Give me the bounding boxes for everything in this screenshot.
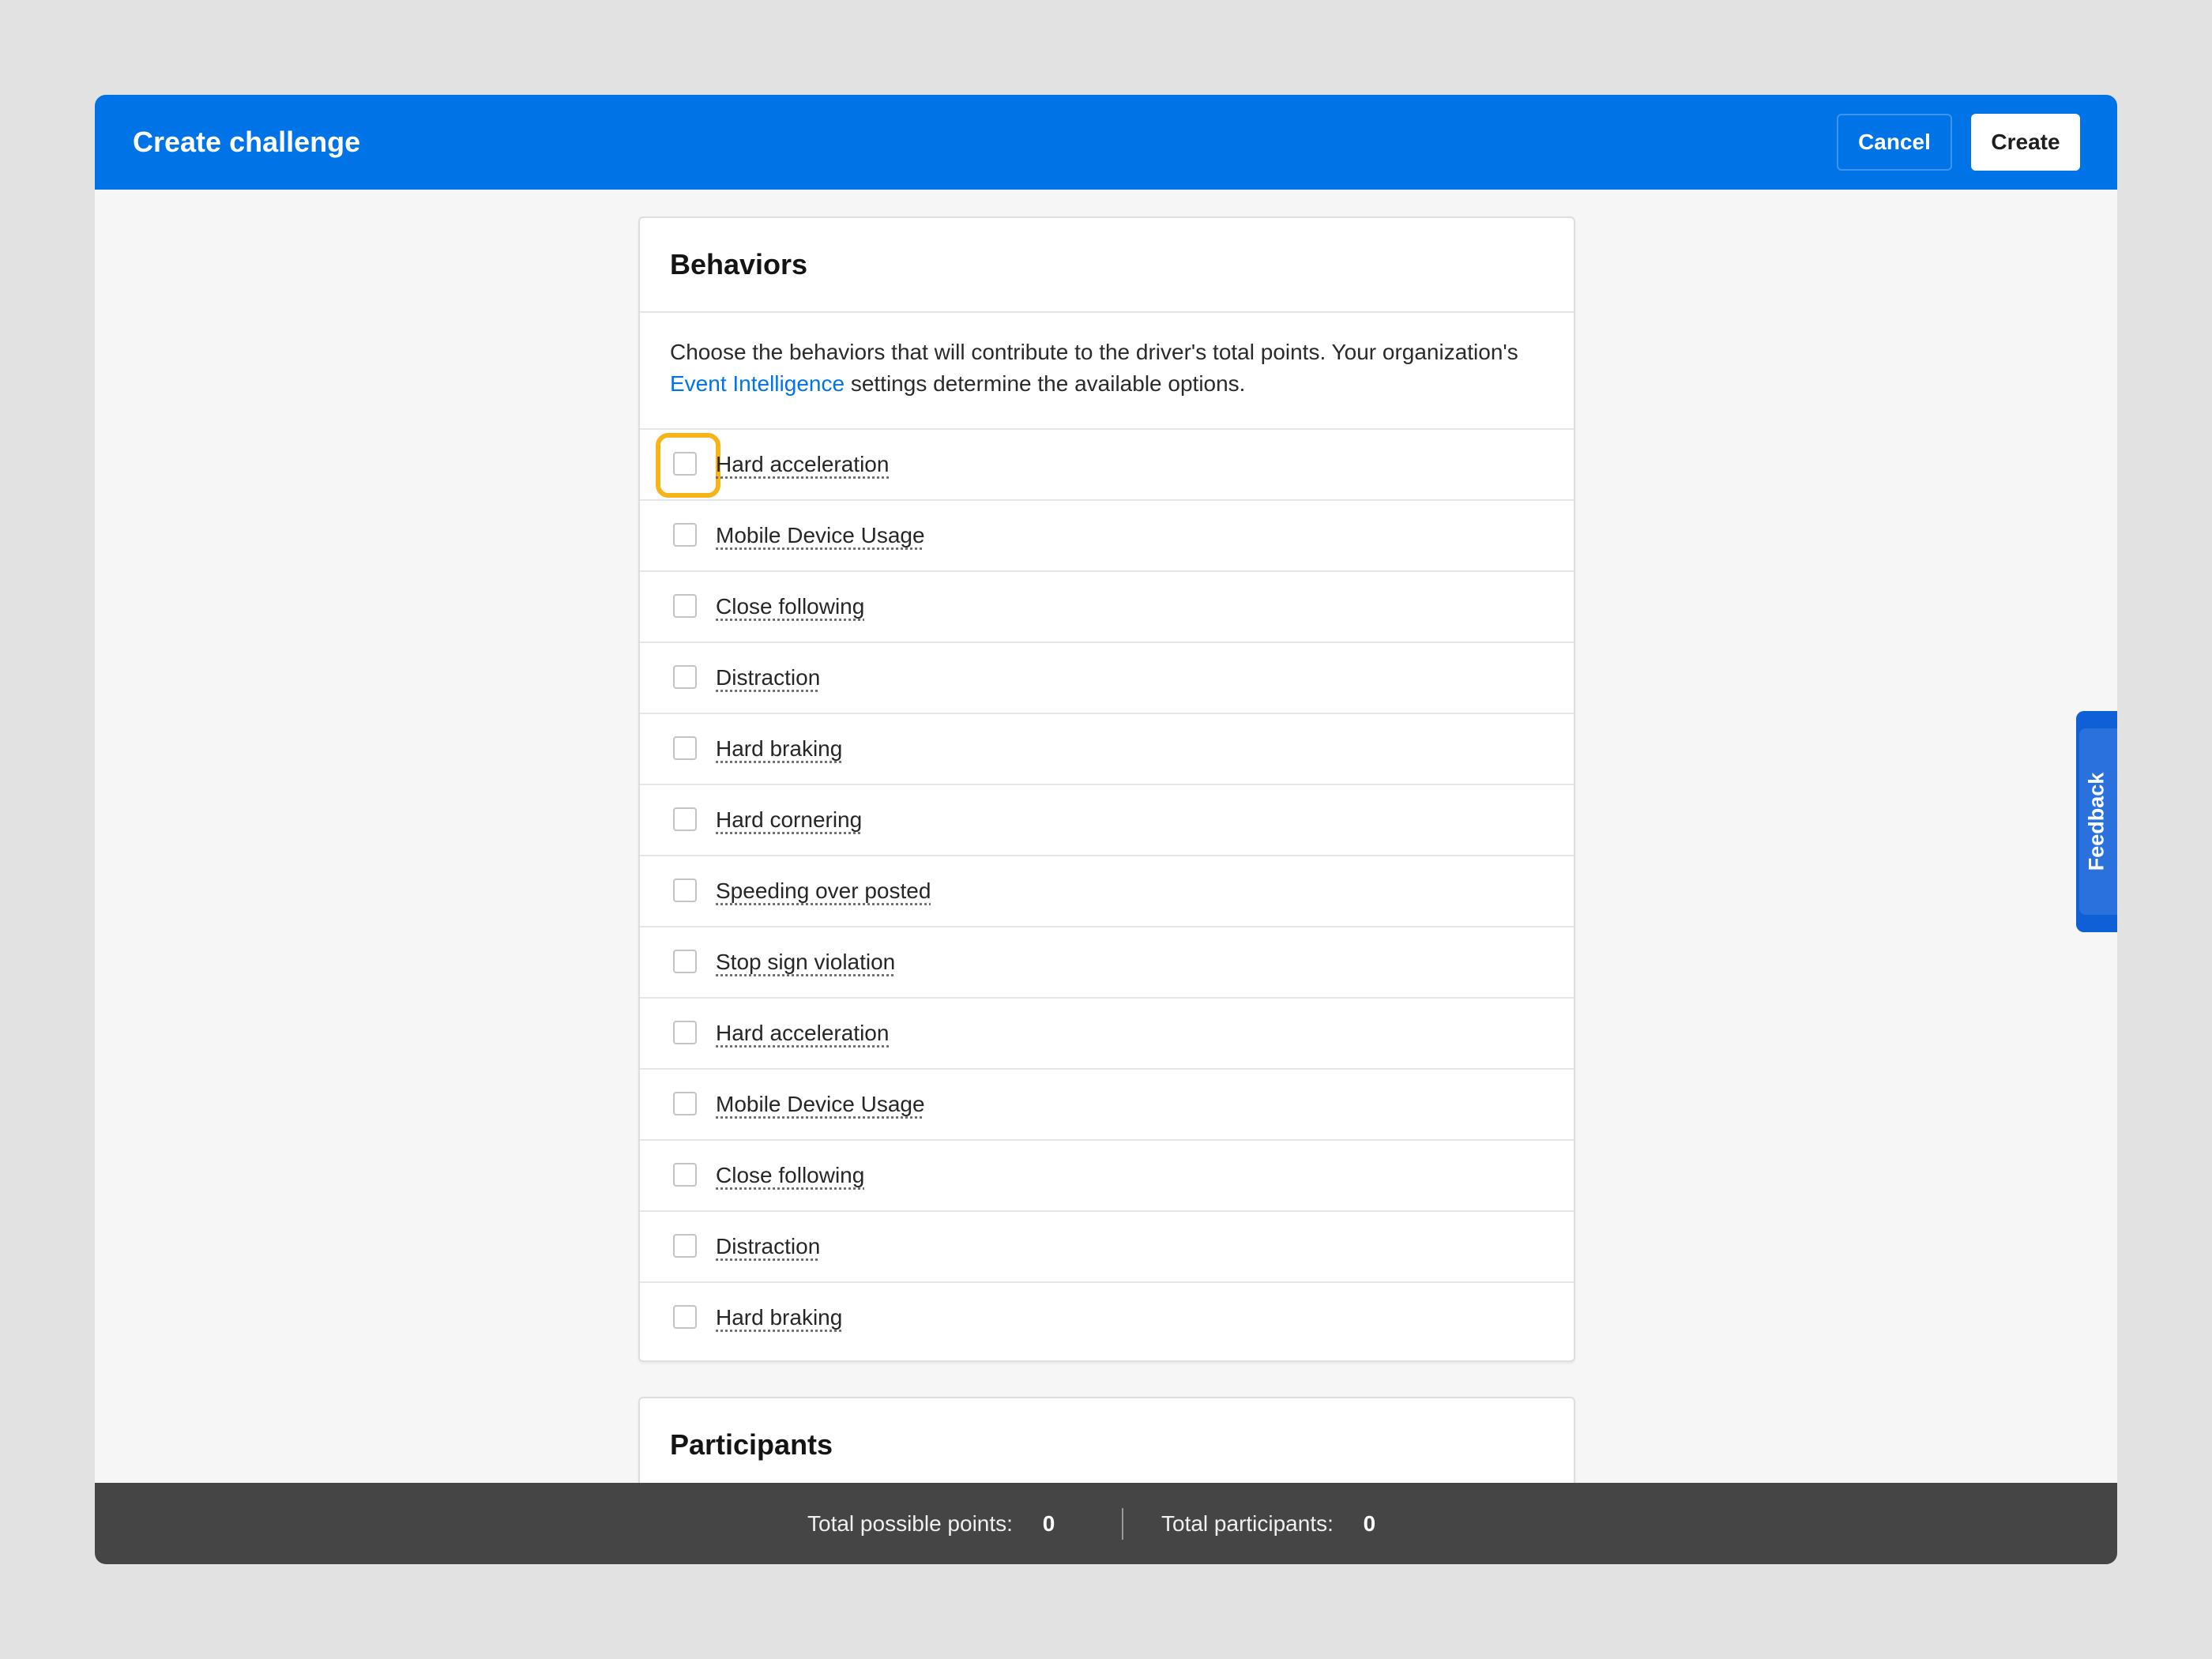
behavior-row: Hard braking bbox=[640, 713, 1574, 784]
behavior-label[interactable]: Stop sign violation bbox=[716, 927, 895, 997]
behavior-checkbox[interactable] bbox=[673, 665, 697, 689]
create-button[interactable]: Create bbox=[1971, 114, 2080, 171]
behavior-label[interactable]: Hard braking bbox=[716, 714, 842, 784]
behavior-label[interactable]: Distraction bbox=[716, 1212, 820, 1281]
feedback-label: Feedback bbox=[2084, 772, 2109, 871]
behavior-row: Mobile Device Usage bbox=[640, 499, 1574, 570]
behavior-row: Distraction bbox=[640, 1210, 1574, 1281]
app-window: Create challenge Cancel Create Behaviors… bbox=[95, 95, 2117, 1564]
behavior-row: Close following bbox=[640, 1139, 1574, 1210]
behavior-label[interactable]: Hard acceleration bbox=[716, 430, 889, 499]
total-participants-summary: Total participants: 0 bbox=[1161, 1483, 1375, 1564]
behavior-checkbox[interactable] bbox=[673, 950, 697, 973]
behavior-checkbox[interactable] bbox=[673, 1234, 697, 1258]
total-points-value: 0 bbox=[1042, 1511, 1055, 1536]
participants-title: Participants bbox=[670, 1428, 833, 1461]
cancel-button[interactable]: Cancel bbox=[1837, 114, 1952, 171]
device-frame: Create challenge Cancel Create Behaviors… bbox=[0, 0, 2212, 1659]
behavior-row: Hard braking bbox=[640, 1281, 1574, 1352]
header-bar: Create challenge Cancel Create bbox=[95, 95, 2117, 190]
behavior-checkbox[interactable] bbox=[673, 523, 697, 547]
behavior-row: Hard acceleration bbox=[640, 428, 1574, 499]
behavior-label[interactable]: Close following bbox=[716, 1141, 864, 1210]
behavior-label[interactable]: Hard cornering bbox=[716, 785, 862, 855]
behavior-label[interactable]: Mobile Device Usage bbox=[716, 1070, 925, 1139]
behavior-label[interactable]: Mobile Device Usage bbox=[716, 501, 925, 570]
behavior-checkbox[interactable] bbox=[673, 1305, 697, 1329]
behavior-checkbox[interactable] bbox=[673, 594, 697, 618]
total-points-label: Total possible points: bbox=[807, 1511, 1013, 1536]
behavior-checkbox[interactable] bbox=[673, 1163, 697, 1187]
behavior-label[interactable]: Hard acceleration bbox=[716, 999, 889, 1068]
behavior-label[interactable]: Speeding over posted bbox=[716, 856, 931, 926]
total-participants-label: Total participants: bbox=[1161, 1511, 1334, 1536]
behavior-checkbox[interactable] bbox=[673, 1092, 697, 1115]
footer-separator bbox=[1122, 1508, 1123, 1540]
total-points-summary: Total possible points: 0 bbox=[807, 1483, 1055, 1564]
description-text: Choose the behaviors that will contribut… bbox=[670, 340, 1518, 364]
behavior-label[interactable]: Close following bbox=[716, 572, 864, 641]
summary-footer: Total possible points: 0 Total participa… bbox=[95, 1483, 2117, 1564]
behavior-checkbox[interactable] bbox=[673, 878, 697, 902]
behavior-label[interactable]: Distraction bbox=[716, 643, 820, 713]
behavior-checkbox[interactable] bbox=[673, 452, 697, 476]
behavior-row: Stop sign violation bbox=[640, 926, 1574, 997]
behavior-list: Hard acceleration Mobile Device Usage Clos… bbox=[640, 428, 1574, 1352]
divider bbox=[640, 311, 1574, 313]
behaviors-title: Behaviors bbox=[670, 248, 808, 280]
behavior-checkbox[interactable] bbox=[673, 736, 697, 760]
behaviors-card: Behaviors Choose the behaviors that will… bbox=[638, 216, 1575, 1362]
behavior-checkbox[interactable] bbox=[673, 807, 697, 831]
behavior-checkbox[interactable] bbox=[673, 1021, 697, 1044]
behavior-label[interactable]: Hard braking bbox=[716, 1283, 842, 1352]
description-text-end: settings determine the available options… bbox=[845, 371, 1246, 396]
total-participants-value: 0 bbox=[1363, 1511, 1376, 1536]
behavior-row: Mobile Device Usage bbox=[640, 1068, 1574, 1139]
behavior-row: Hard acceleration bbox=[640, 997, 1574, 1068]
event-intelligence-link[interactable]: Event Intelligence bbox=[670, 371, 845, 396]
feedback-tab[interactable]: Feedback bbox=[2076, 711, 2117, 932]
behavior-row: Close following bbox=[640, 570, 1574, 641]
behavior-row: Speeding over posted bbox=[640, 855, 1574, 926]
behavior-row: Hard cornering bbox=[640, 784, 1574, 855]
behavior-row: Distraction bbox=[640, 641, 1574, 713]
page-title: Create challenge bbox=[133, 126, 361, 158]
behaviors-description: Choose the behaviors that will contribut… bbox=[670, 337, 1539, 400]
